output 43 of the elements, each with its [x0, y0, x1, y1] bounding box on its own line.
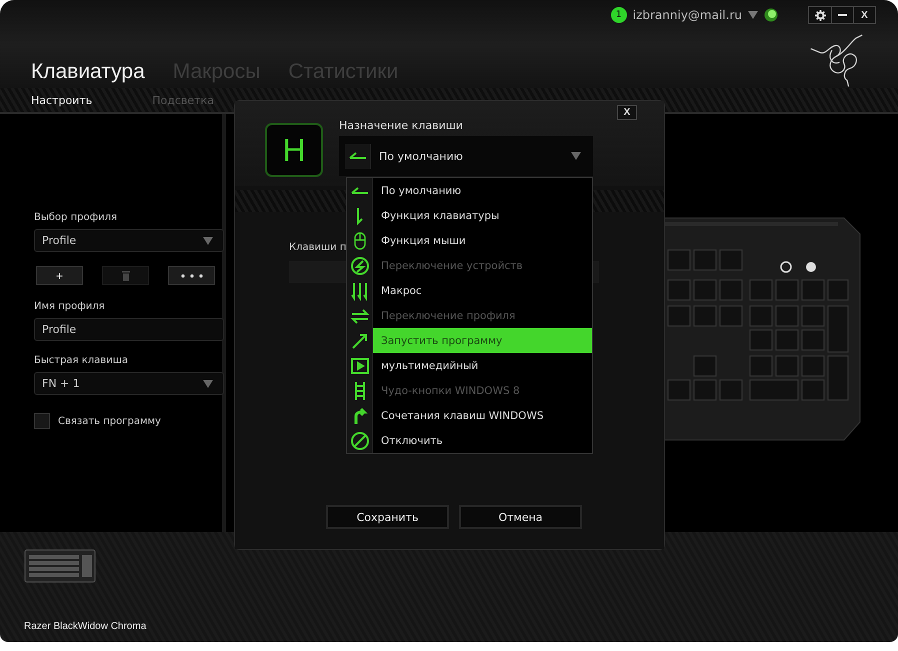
device-name: Razer BlackWidow Chroma — [24, 621, 148, 632]
add-profile-button[interactable]: + — [36, 266, 83, 285]
caret-icon[interactable] — [748, 11, 758, 19]
main-tab[interactable]: Клавиатура — [31, 60, 145, 84]
field-label: Имя профиля — [34, 301, 106, 312]
menu-item[interactable]: мультимедийный — [347, 353, 592, 378]
close-button[interactable]: X — [853, 7, 875, 23]
trash-icon — [122, 270, 130, 280]
menu-item[interactable]: Макрос — [347, 278, 592, 303]
cancel-button[interactable]: Отмена — [459, 505, 582, 529]
assignment-select[interactable]: По умолчанию — [339, 136, 593, 176]
field-label: Клавиши п — [289, 242, 348, 253]
notification-badge[interactable]: 1 — [610, 7, 627, 23]
status-orb-icon — [764, 8, 778, 22]
settings-button[interactable] — [809, 7, 831, 23]
more-icon — [180, 274, 202, 278]
menu-item[interactable]: Отключить — [347, 428, 592, 453]
menu-item[interactable]: Сочетания клавиш WINDOWS — [347, 403, 592, 428]
gear-icon — [814, 10, 826, 20]
profile-select[interactable]: Profile — [34, 229, 224, 252]
field-label: Выбор профиля — [34, 212, 118, 223]
sub-tab[interactable]: Настроить — [31, 94, 92, 106]
more-button[interactable] — [168, 266, 215, 285]
checkbox-label: Связать программу — [58, 416, 161, 426]
caret-icon — [203, 236, 213, 244]
menu-item[interactable]: По умолчанию — [347, 178, 592, 203]
caret-icon — [203, 380, 213, 388]
field-label: Быстрая клавиша — [34, 355, 129, 366]
return-icon — [347, 178, 373, 203]
minimize-button[interactable] — [831, 7, 853, 23]
close-button[interactable]: X — [617, 105, 637, 120]
dialog-title: Назначение клавиши — [339, 119, 464, 132]
profile-name-field[interactable]: Profile — [34, 318, 224, 341]
minimize-icon — [838, 14, 847, 16]
account-email[interactable]: izbranniy@mail.ru — [632, 8, 742, 22]
checkbox[interactable] — [34, 413, 50, 429]
menu-item[interactable]: Функция клавиатуры — [347, 203, 592, 228]
prohibited-icon — [347, 428, 373, 453]
menu-item[interactable]: Функция мыши — [347, 228, 592, 253]
hotkey-select[interactable]: FN + 1 — [34, 372, 224, 395]
key-label: H — [265, 123, 323, 177]
caret-icon — [571, 152, 581, 160]
save-button[interactable]: Сохранить — [326, 505, 449, 529]
